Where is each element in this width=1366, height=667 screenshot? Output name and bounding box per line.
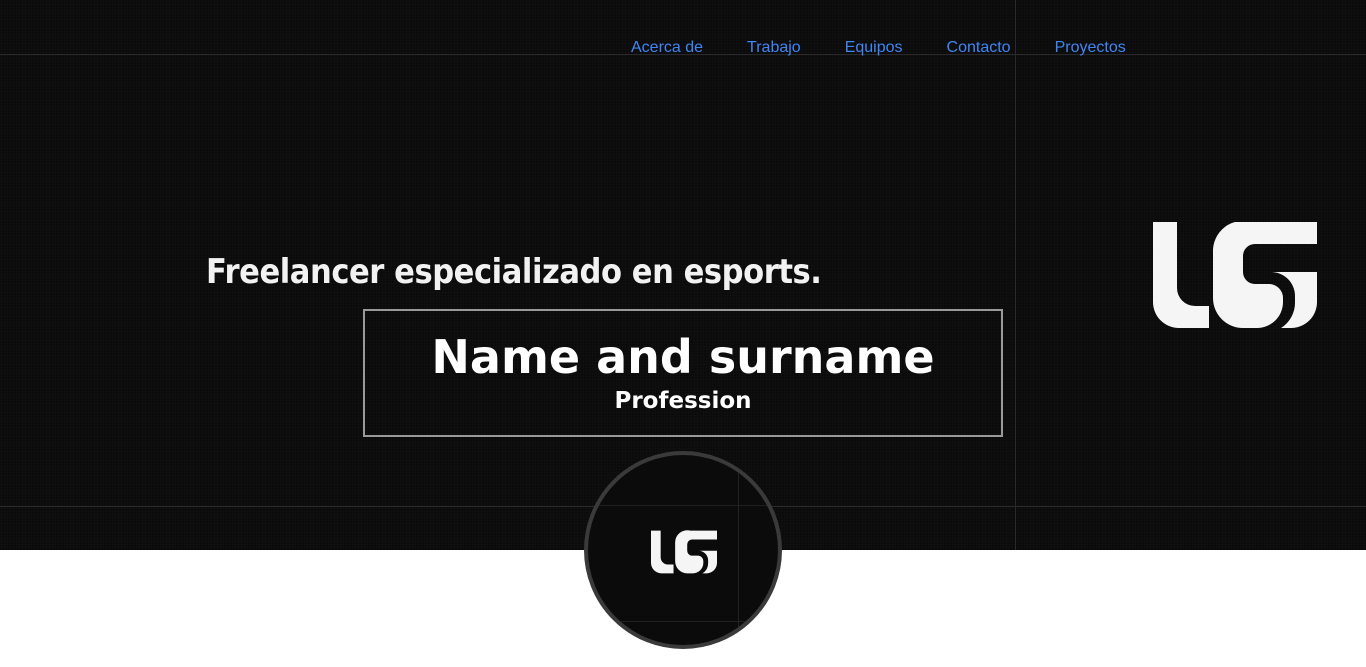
hero-vertical-divider: [1015, 0, 1016, 550]
name-card: Name and surname Profession: [363, 309, 1003, 437]
lg-logo-small-icon: [651, 530, 717, 574]
hero-tagline: Freelancer especializado en esports.: [206, 252, 822, 292]
person-name: Name and surname: [431, 330, 935, 384]
nav-link-acerca-de[interactable]: Acerca de: [631, 38, 703, 58]
avatar-grid-line: [738, 455, 739, 645]
avatar: [584, 451, 782, 649]
nav-link-proyectos[interactable]: Proyectos: [1055, 38, 1126, 58]
nav-link-equipos[interactable]: Equipos: [845, 38, 903, 58]
lg-logo-icon: [1153, 222, 1317, 328]
nav-link-trabajo[interactable]: Trabajo: [747, 38, 801, 58]
avatar-grid-line: [588, 621, 778, 622]
nav-link-contacto[interactable]: Contacto: [947, 38, 1011, 58]
person-profession: Profession: [614, 388, 752, 414]
avatar-grid-line: [588, 505, 778, 506]
main-nav: Acerca de Trabajo Equipos Contacto Proye…: [631, 38, 1126, 58]
